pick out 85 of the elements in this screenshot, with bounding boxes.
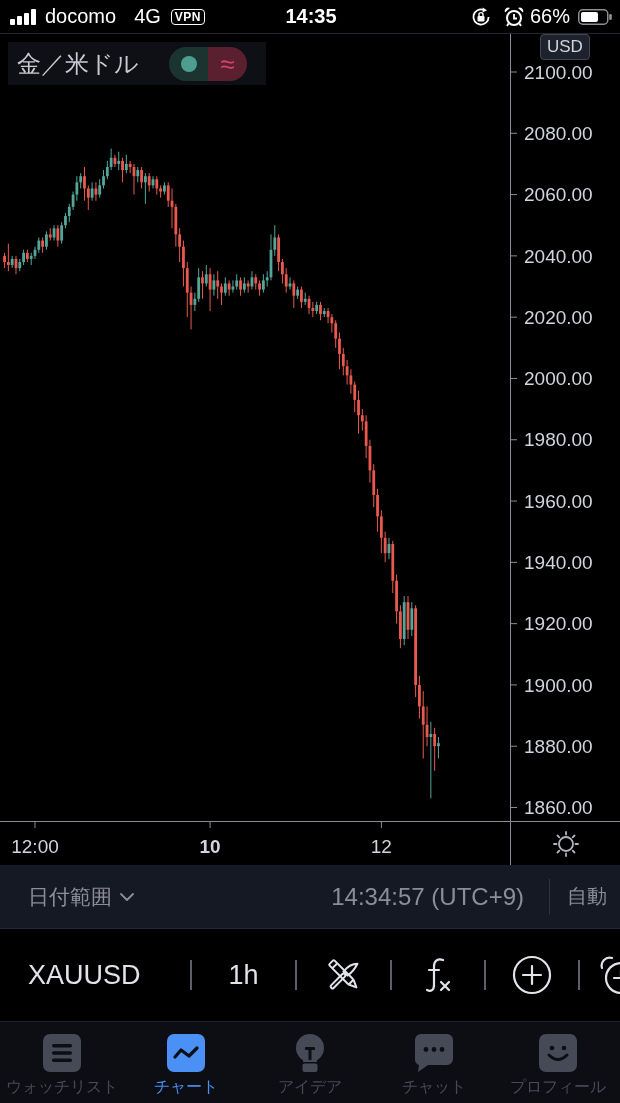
candlestick — [102, 169, 105, 189]
carrier-name: docomo — [45, 5, 117, 28]
battery-icon — [578, 8, 612, 25]
candlestick — [90, 181, 94, 202]
battery-percent: 66% — [529, 5, 570, 28]
date-range-button[interactable]: 日付範囲 — [28, 882, 134, 911]
candlestick — [212, 273, 216, 297]
candlestick — [220, 282, 223, 306]
candlestick — [143, 172, 147, 205]
time-label: 10 — [199, 836, 221, 857]
symbol-title[interactable]: 金／米ドル — [17, 47, 139, 80]
network-type: 4G — [134, 5, 161, 28]
price-label: 1980.00 — [524, 429, 593, 451]
candlestick — [204, 264, 208, 288]
candlestick — [376, 488, 379, 533]
time-label: 12:00 — [11, 836, 59, 857]
interval-button[interactable]: 1h — [228, 959, 259, 991]
price-label: 1860.00 — [524, 797, 593, 819]
price-label: 2060.00 — [524, 184, 593, 206]
candlestick — [60, 221, 64, 245]
candlestick — [124, 154, 128, 174]
nav-tab[interactable]: チャート — [124, 1022, 248, 1103]
candlestick — [155, 175, 159, 196]
delay-badge: ≈ — [208, 46, 247, 81]
candlestick — [178, 227, 182, 263]
candlestick — [98, 178, 102, 199]
candlestick — [292, 279, 296, 309]
alert-button[interactable] — [600, 955, 620, 995]
symbol-button[interactable]: XAUUSD — [28, 959, 141, 991]
candlestick — [429, 721, 433, 799]
candlestick — [117, 151, 121, 171]
price-label: 2040.00 — [524, 245, 593, 267]
candlestick — [379, 509, 383, 554]
candlestick — [121, 157, 124, 183]
candlestick — [437, 736, 440, 759]
status-time: 14:35 — [285, 5, 337, 28]
clock-time: 14:34:57 (UTC+9) — [331, 882, 524, 911]
price-label: 1960.00 — [524, 490, 593, 512]
chat-bubble-icon — [415, 1034, 453, 1072]
candlestick — [357, 390, 360, 435]
candlestick — [261, 273, 265, 294]
candlestick — [83, 166, 86, 202]
price-label: 2020.00 — [524, 306, 593, 328]
candlestick — [140, 166, 143, 189]
price-label: 2100.00 — [524, 61, 593, 83]
time-label: 12 — [370, 836, 392, 857]
candlestick — [227, 279, 231, 297]
candlestick — [223, 276, 227, 297]
alarm-clock-icon — [600, 955, 620, 995]
rotation-lock-icon — [470, 6, 491, 27]
candlestick — [410, 601, 414, 637]
vpn-badge: VPN — [170, 8, 206, 25]
chevron-down-icon — [120, 892, 134, 901]
candlestick — [281, 258, 284, 284]
candlestick — [338, 332, 341, 370]
candlestick — [433, 727, 437, 772]
candlestick — [239, 276, 242, 297]
candlestick — [319, 301, 322, 321]
plus-circle-icon — [512, 955, 552, 995]
price-label: 2000.00 — [524, 368, 593, 390]
price-label: 1880.00 — [524, 735, 593, 757]
currency-badge[interactable]: USD — [540, 34, 590, 60]
candlestick — [86, 184, 90, 211]
list-icon — [43, 1034, 81, 1072]
candlestick — [45, 230, 48, 251]
candlestick — [182, 240, 185, 288]
candlestick — [300, 286, 303, 309]
price-label: 2080.00 — [524, 123, 593, 144]
price-label: 1940.00 — [524, 552, 593, 574]
candlestick — [421, 690, 425, 759]
candlestick — [201, 270, 204, 300]
candlestick — [284, 267, 288, 294]
candlestick — [418, 675, 421, 720]
add-button[interactable] — [512, 955, 552, 995]
alarm-clock-icon — [503, 6, 524, 27]
candlestick — [147, 172, 151, 193]
sun-icon[interactable] — [552, 830, 579, 857]
price-label: 1900.00 — [524, 674, 593, 696]
candlestick — [216, 270, 220, 300]
smiley-icon — [539, 1034, 577, 1072]
candlestick — [383, 531, 387, 563]
price-label: 1920.00 — [524, 613, 593, 635]
candlestick — [56, 224, 60, 248]
signal-bars-icon — [10, 8, 36, 25]
auto-scale-button[interactable]: 自動 — [567, 883, 607, 910]
